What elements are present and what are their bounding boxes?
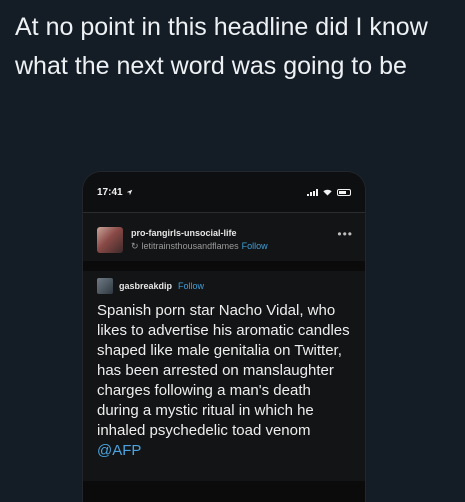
blog-name[interactable]: pro-fangirls-unsocial-life [131,227,268,240]
reblog-author-avatar[interactable] [97,278,113,294]
status-bar: 17:41 [83,172,365,212]
reblog-author: gasbreakdip Follow [83,271,365,297]
avatar[interactable] [97,227,123,253]
status-time: 17:41 [97,187,133,198]
reblogged-from[interactable]: letitrainsthousandflames [142,240,239,253]
battery-icon [337,188,351,196]
mention-link[interactable]: @AFP [97,442,141,459]
follow-button[interactable]: Follow [242,240,268,253]
reblog-author-name[interactable]: gasbreakdip [119,281,172,291]
location-arrow-icon [126,189,132,195]
reblog-line: ↻ letitrainsthousandflames Follow [131,240,268,253]
system-icons [307,188,351,196]
post-body-text: Spanish porn star Nacho Vidal, who likes… [97,302,350,439]
reblog-follow-button[interactable]: Follow [178,281,204,291]
wifi-icon [323,189,332,195]
clock-text: 17:41 [97,186,123,198]
post-header: pro-fangirls-unsocial-life ↻ letitrainst… [83,213,365,261]
divider [83,261,365,271]
post-meta: pro-fangirls-unsocial-life ↻ letitrainst… [131,227,268,253]
tweet-text: At no point in this headline did I know … [15,13,428,80]
reblog-icon: ↻ [131,241,139,251]
more-options-icon[interactable]: ••• [337,227,353,241]
phone-screenshot: 17:41 pro-fangirls-unsocial-life ↻ letit… [83,172,365,502]
signal-icon [307,188,318,196]
post-body: Spanish porn star Nacho Vidal, who likes… [83,297,365,481]
